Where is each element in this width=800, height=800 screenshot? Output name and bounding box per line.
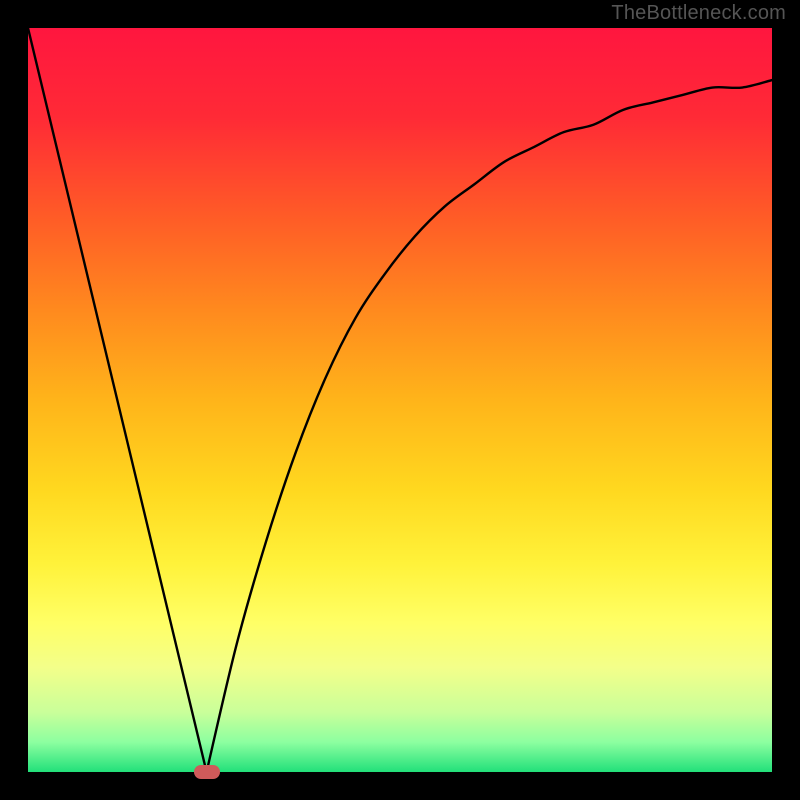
chart-frame: TheBottleneck.com	[0, 0, 800, 800]
plot-area	[28, 28, 772, 772]
gradient-background	[28, 28, 772, 772]
watermark-text: TheBottleneck.com	[611, 2, 786, 25]
chart-svg	[28, 28, 772, 772]
